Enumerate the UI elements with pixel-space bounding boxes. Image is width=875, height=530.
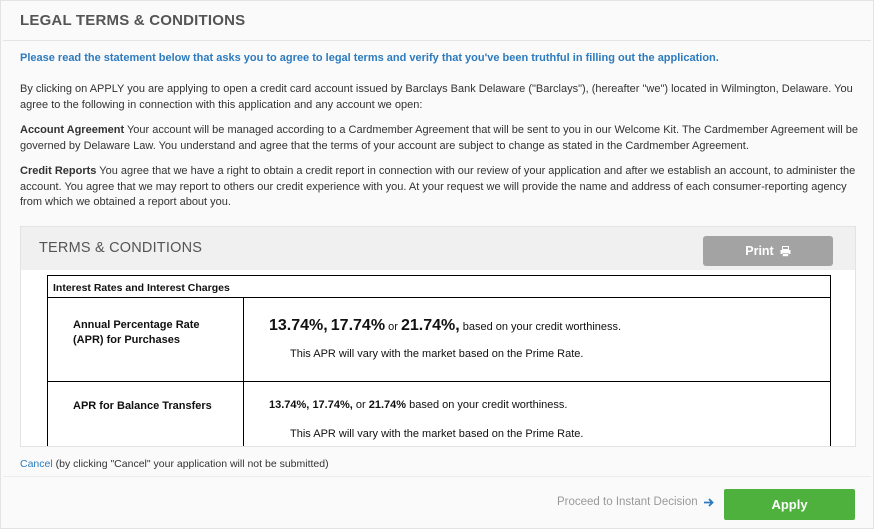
purchase-rate-3: 21.74%, <box>400 317 460 334</box>
table-header: Interest Rates and Interest Charges <box>48 276 830 298</box>
footer-divider <box>3 476 871 477</box>
balance-transfer-rates: 13.74%, 17.74%, or 21.74% based on your … <box>269 399 567 411</box>
terms-panel[interactable]: TERMS & CONDITIONS Print Interest Rates … <box>20 226 856 447</box>
bt-rate-1: 13.74%, <box>269 399 310 411</box>
credit-reports-text: You agree that we have a right to obtain… <box>20 165 856 208</box>
apply-statement: By clicking on APPLY you are applying to… <box>20 83 853 111</box>
account-agreement-text: Your account will be managed according t… <box>20 124 859 152</box>
row-label-balance-transfers: APR for Balance Transfers <box>73 400 212 412</box>
account-agreement-paragraph: Account Agreement Your account will be m… <box>20 123 860 154</box>
bt-rate-suffix: based on your credit worthiness. <box>406 399 568 411</box>
title-divider <box>3 40 871 41</box>
proceed-hint: Proceed to Instant Decision <box>557 496 715 508</box>
purchase-rate-2: 17.74% <box>330 317 386 334</box>
account-agreement-heading: Account Agreement <box>20 124 125 136</box>
cancel-line: Cancel (by clicking "Cancel" your applic… <box>20 458 329 470</box>
page-title: LEGAL TERMS & CONDITIONS <box>20 12 246 29</box>
terms-panel-header: TERMS & CONDITIONS Print <box>21 227 855 270</box>
row-divider <box>48 381 830 382</box>
proceed-text: Proceed to Instant Decision <box>557 496 698 508</box>
print-button-label: Print <box>745 244 774 258</box>
cancel-note: (by clicking "Cancel" your application w… <box>52 458 329 470</box>
bt-rate-2: 17.74%, <box>312 399 353 411</box>
printer-icon <box>780 245 791 257</box>
credit-reports-heading: Credit Reports <box>20 165 97 177</box>
apply-button-label: Apply <box>771 497 808 512</box>
print-button[interactable]: Print <box>703 236 833 266</box>
credit-reports-paragraph: Credit Reports You agree that we have a … <box>20 164 860 211</box>
interest-rates-table: Interest Rates and Interest Charges Annu… <box>47 275 831 446</box>
purchase-rate-suffix: based on your credit worthiness. <box>459 321 622 333</box>
cancel-link[interactable]: Cancel <box>20 458 53 470</box>
purchase-rate-1: 13.74%, <box>269 317 328 334</box>
column-divider <box>243 298 244 446</box>
row-label-purchases: Annual Percentage Rate (APR) for Purchas… <box>73 319 200 346</box>
arrow-right-icon <box>703 497 714 507</box>
balance-transfer-apr-note: This APR will vary with the market based… <box>290 428 584 440</box>
purchase-apr-note: This APR will vary with the market based… <box>290 348 584 360</box>
legal-terms-container: LEGAL TERMS & CONDITIONS Please read the… <box>0 0 874 529</box>
terms-panel-title: TERMS & CONDITIONS <box>39 240 203 256</box>
purchase-or: or <box>385 321 401 333</box>
intro-statement: Please read the statement below that ask… <box>20 52 719 64</box>
purchase-apr-rates: 13.74%, 17.74% or 21.74%, based on your … <box>269 317 621 335</box>
bt-rate-3: 21.74% <box>368 399 407 411</box>
apply-button[interactable]: Apply <box>724 489 855 520</box>
bt-or: or <box>352 399 369 411</box>
